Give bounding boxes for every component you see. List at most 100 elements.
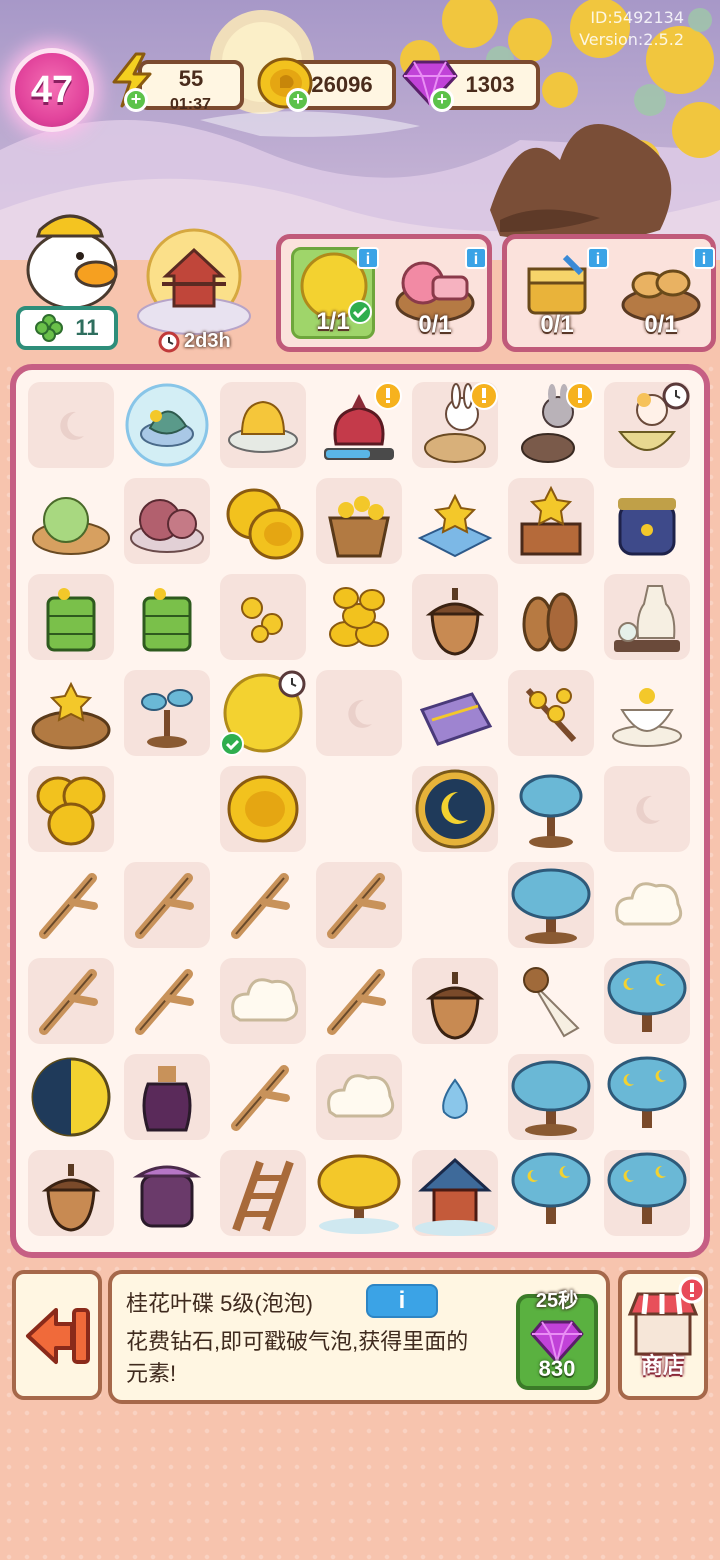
board-cell[interactable] — [604, 1150, 690, 1236]
board-cell[interactable] — [220, 862, 306, 948]
board-cell[interactable] — [28, 574, 114, 660]
board-cell[interactable] — [124, 478, 210, 564]
board-cell[interactable] — [28, 1054, 114, 1140]
board-cell[interactable] — [412, 1054, 498, 1140]
board-cell[interactable] — [316, 862, 402, 948]
board-cell[interactable] — [508, 766, 594, 852]
blue-sapling-icon — [141, 689, 193, 748]
exit-button[interactable] — [12, 1270, 102, 1400]
order-slot-4[interactable]: 0/1 — [619, 247, 703, 339]
order-panel-1: 1/1 i 0/1 i — [276, 234, 492, 352]
board-cell[interactable] — [316, 574, 402, 660]
version-text: Version:2.5.2 — [579, 30, 684, 49]
add-coins-button[interactable]: + — [286, 88, 310, 112]
moon-slot-icon — [60, 411, 84, 440]
board-cell[interactable] — [220, 1054, 306, 1140]
pavilion-icon — [415, 1157, 495, 1236]
board-cell[interactable] — [508, 1150, 594, 1236]
add-energy-button[interactable]: + — [124, 88, 148, 112]
board-cell[interactable] — [508, 574, 594, 660]
bunny-cooking-icon — [424, 382, 498, 463]
board-cell[interactable] — [412, 574, 498, 660]
energy-value: 55 — [178, 66, 204, 91]
board-cell[interactable] — [316, 382, 402, 468]
board-cell[interactable] — [124, 382, 210, 468]
pagoda-moon-icon[interactable] — [136, 226, 252, 341]
board-cell[interactable] — [508, 1054, 594, 1140]
board-cell[interactable] — [412, 862, 498, 948]
pop-bubble-button[interactable]: 25秒 830 — [516, 1290, 598, 1390]
board-cell[interactable] — [28, 670, 114, 756]
board-cell[interactable] — [412, 1150, 498, 1236]
order-info-2[interactable]: i — [465, 247, 487, 269]
board-cell[interactable] — [316, 958, 402, 1044]
item-title: 桂花叶碟 5级(泡泡) — [126, 1291, 314, 1316]
board-cell[interactable] — [28, 958, 114, 1044]
board-cell[interactable] — [604, 574, 690, 660]
green-mooncake-icon — [32, 497, 110, 555]
board-cell[interactable] — [220, 478, 306, 564]
board-cell[interactable] — [508, 478, 594, 564]
board-cell[interactable] — [124, 958, 210, 1044]
board-cell[interactable] — [316, 1150, 402, 1236]
board-cell[interactable] — [604, 958, 690, 1044]
ice-cream-cone-icon — [523, 967, 580, 1038]
helper-counter[interactable]: 11 — [16, 306, 118, 350]
order-info-1[interactable]: i — [357, 247, 379, 269]
board-cell[interactable] — [124, 574, 210, 660]
tea-cup-icon — [612, 688, 682, 747]
big-blue-tree-icon — [511, 868, 591, 944]
board-cell[interactable] — [28, 478, 114, 564]
board-cell[interactable] — [124, 670, 210, 756]
board-cell[interactable] — [604, 670, 690, 756]
order-count-3: 0/1 — [540, 311, 574, 338]
add-gems-button[interactable]: + — [430, 88, 454, 112]
board-cell[interactable] — [316, 670, 402, 756]
board-cell[interactable] — [28, 862, 114, 948]
board-cell[interactable] — [124, 766, 210, 852]
board-cell[interactable] — [220, 1150, 306, 1236]
level-badge[interactable]: 47 — [10, 48, 94, 132]
board-cell[interactable] — [124, 1054, 210, 1140]
board-cell[interactable] — [508, 670, 594, 756]
board-cell[interactable] — [412, 478, 498, 564]
item-info-button[interactable]: i — [366, 1284, 438, 1318]
checkmark-icon — [348, 300, 372, 324]
board-cell[interactable] — [220, 958, 306, 1044]
coin-pile-icon — [329, 587, 389, 647]
board-cell[interactable] — [412, 958, 498, 1044]
board-cell[interactable] — [124, 1150, 210, 1236]
board-cell[interactable] — [604, 862, 690, 948]
board-cell[interactable] — [28, 1150, 114, 1236]
board-cell[interactable] — [412, 670, 498, 756]
board-cell[interactable] — [316, 1054, 402, 1140]
event-timer-text: 2d3h — [184, 330, 231, 352]
board-cell[interactable] — [604, 766, 690, 852]
water-drop-icon — [442, 1078, 468, 1119]
board-cell[interactable] — [604, 382, 690, 468]
board-cell[interactable] — [316, 766, 402, 852]
board-cell[interactable] — [316, 478, 402, 564]
board-cell[interactable] — [412, 766, 498, 852]
three-coins-icon — [36, 776, 106, 846]
board-cell[interactable] — [124, 862, 210, 948]
board-cell[interactable] — [604, 1054, 690, 1140]
board-cell[interactable] — [220, 382, 306, 468]
board-cell[interactable] — [28, 382, 114, 468]
board-cell[interactable] — [220, 670, 306, 756]
board-cell[interactable] — [220, 574, 306, 660]
shop-button[interactable]: 商店 — [618, 1270, 708, 1400]
board-cell[interactable] — [220, 766, 306, 852]
duck-helper-icon[interactable] — [22, 200, 122, 315]
board-cell[interactable] — [604, 478, 690, 564]
board-cell[interactable] — [508, 862, 594, 948]
board-cell[interactable] — [28, 766, 114, 852]
purple-mooncake-icon — [130, 499, 204, 553]
board-cell[interactable] — [508, 958, 594, 1044]
order-info-3[interactable]: i — [587, 247, 609, 269]
order-info-4[interactable]: i — [693, 247, 715, 269]
board-cell[interactable] — [508, 382, 594, 468]
twig-icon — [231, 1065, 290, 1131]
star-basket-icon — [31, 681, 111, 750]
board-cell[interactable] — [412, 382, 498, 468]
